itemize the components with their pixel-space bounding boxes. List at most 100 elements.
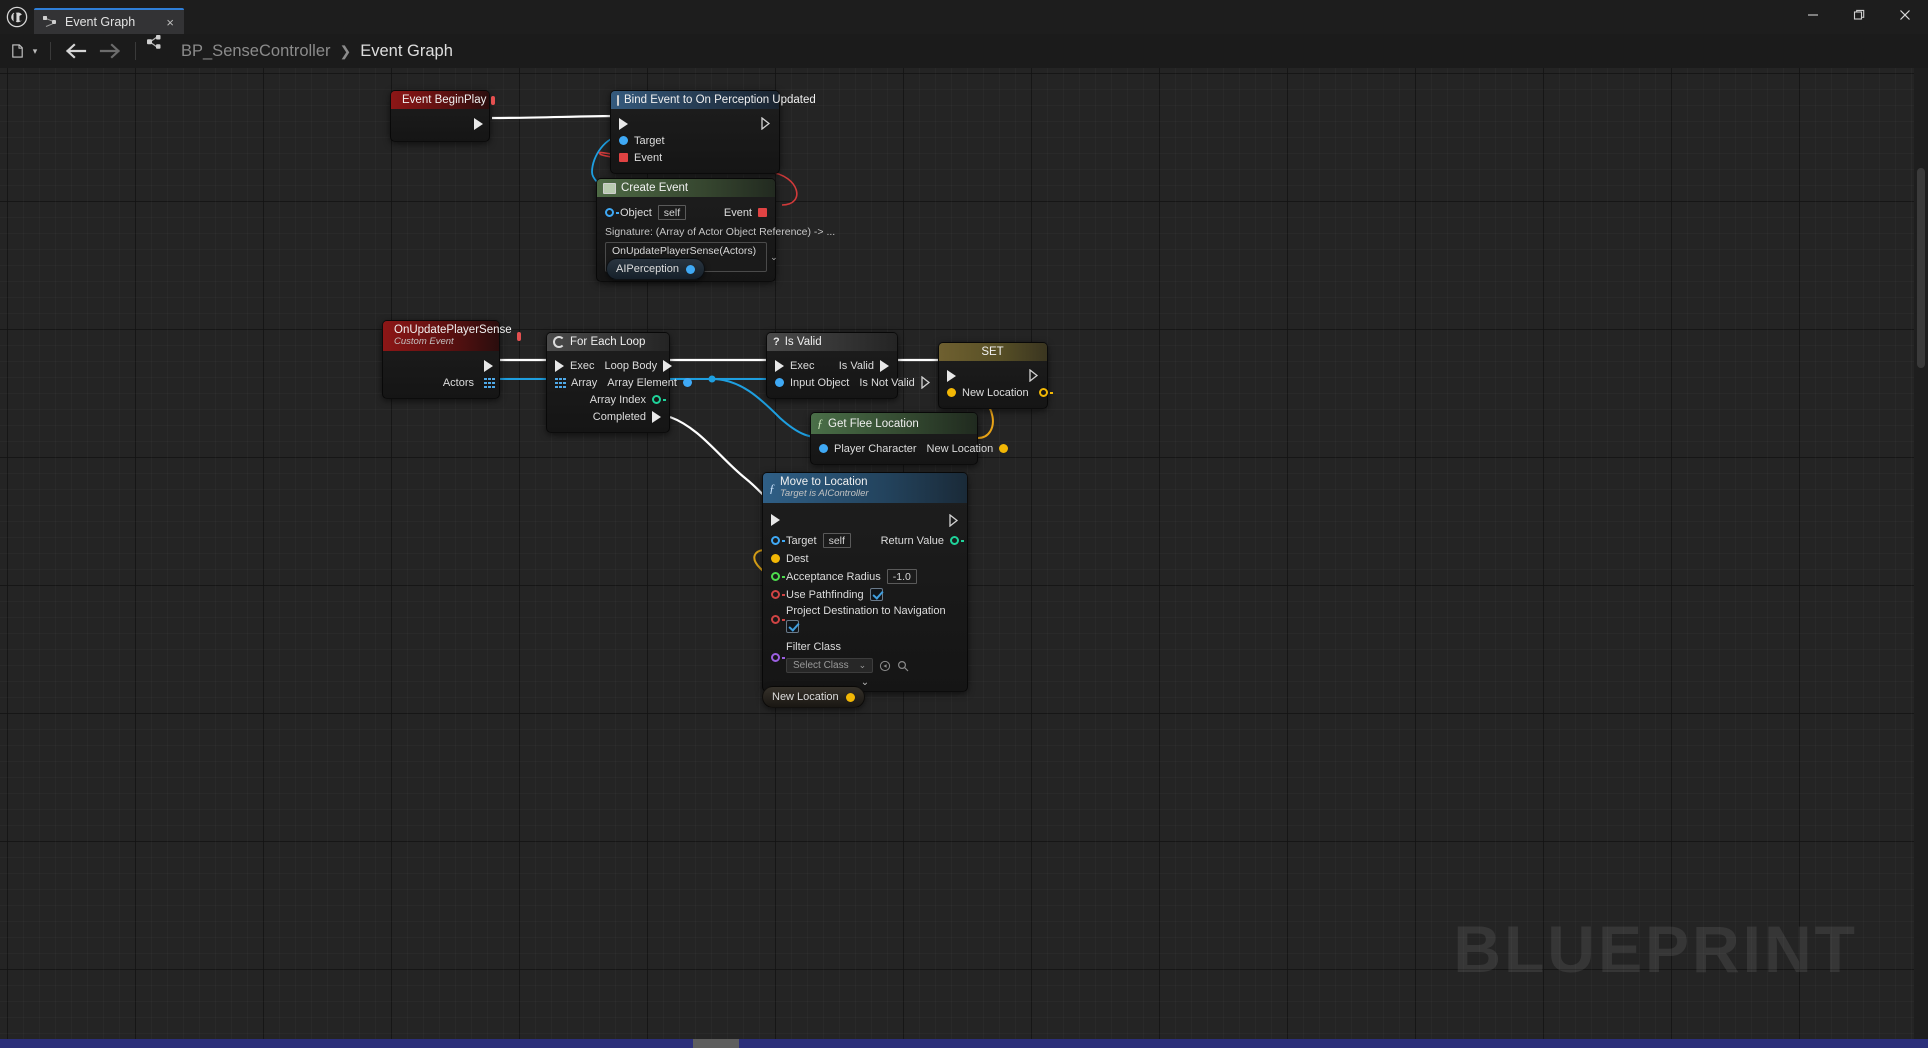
event-pin[interactable] bbox=[619, 153, 628, 162]
row-exec-isvalid: Exec Is Valid bbox=[767, 357, 897, 374]
node-new-location-variable[interactable]: New Location bbox=[762, 686, 865, 708]
array-index-pin[interactable] bbox=[652, 395, 666, 404]
pin-label: Object bbox=[620, 206, 652, 219]
pin-label: Array bbox=[571, 376, 598, 389]
input-object-pin[interactable] bbox=[775, 378, 784, 387]
object-value-field[interactable]: self bbox=[657, 205, 687, 220]
pin-label: Input Object bbox=[790, 376, 850, 389]
exec-in-pin[interactable] bbox=[775, 359, 784, 372]
exec-in-pin[interactable] bbox=[771, 514, 780, 527]
new-location-out-pin[interactable] bbox=[999, 444, 1009, 453]
actors-array-pin[interactable] bbox=[484, 377, 495, 389]
scrollbar-thumb[interactable] bbox=[1917, 168, 1925, 368]
tab-label: Event Graph bbox=[65, 15, 136, 29]
pin-label: Target bbox=[786, 534, 817, 547]
output-pin[interactable] bbox=[845, 692, 855, 702]
tab-event-graph[interactable]: Event Graph × bbox=[34, 8, 184, 34]
pin-label: Actors bbox=[442, 376, 474, 389]
target-pin[interactable] bbox=[771, 536, 785, 546]
exec-out-pin[interactable] bbox=[474, 117, 483, 130]
node-ai-perception-variable[interactable]: AIPerception bbox=[606, 258, 705, 280]
row-exec-loopbody: Exec Loop Body bbox=[547, 357, 673, 374]
exec-out-row bbox=[383, 357, 499, 374]
node-bind-event-on-perception-updated[interactable]: Bind Event to On Perception Updated Targ… bbox=[610, 90, 816, 174]
is-valid-exec-pin[interactable] bbox=[880, 359, 889, 372]
pin-label: Dest bbox=[786, 552, 809, 565]
target-pin[interactable] bbox=[619, 136, 628, 145]
event-out-pin[interactable] bbox=[758, 208, 767, 217]
node-body bbox=[391, 109, 489, 141]
row-target: Target self Return Value bbox=[763, 531, 967, 550]
node-move-to-location[interactable]: ƒ Move to Location Target is AIControlle… bbox=[762, 472, 968, 693]
node-for-each-loop[interactable]: For Each Loop Exec Loop Body Array Array… bbox=[546, 332, 692, 433]
pin-label: Event bbox=[634, 151, 663, 164]
node-on-update-player-sense[interactable]: OnUpdatePlayerSense Custom Event Actors bbox=[382, 320, 521, 400]
acceptance-radius-pin[interactable] bbox=[771, 572, 785, 582]
project-destination-pin[interactable] bbox=[771, 615, 785, 625]
filter-class-value: Select Class bbox=[793, 660, 849, 672]
object-pin[interactable] bbox=[605, 208, 619, 217]
node-header: SET bbox=[939, 343, 1047, 361]
node-is-valid[interactable]: ? Is Valid Exec Is Valid Input Object Is… bbox=[766, 332, 930, 399]
node-set-new-location[interactable]: SET New Location bbox=[938, 342, 1053, 409]
output-pin[interactable] bbox=[685, 264, 695, 274]
loop-body-exec-pin[interactable] bbox=[663, 359, 673, 372]
graph-canvas[interactable]: Event BeginPlay Bind Event to On Percept… bbox=[0, 68, 1914, 1043]
completed-exec-pin[interactable] bbox=[652, 410, 661, 423]
return-value-pin[interactable] bbox=[950, 536, 964, 546]
toolbar-divider bbox=[50, 42, 51, 60]
tab-close-icon[interactable]: × bbox=[150, 16, 174, 29]
breadcrumb-current[interactable]: Event Graph bbox=[360, 42, 453, 61]
node-event-begin-play[interactable]: Event BeginPlay bbox=[390, 90, 496, 142]
close-button[interactable] bbox=[1882, 0, 1928, 30]
unreal-logo-icon bbox=[0, 0, 34, 34]
dest-pin[interactable] bbox=[771, 554, 780, 564]
filter-class-select[interactable]: Select Class ⌄ bbox=[786, 658, 874, 674]
filter-class-pin[interactable] bbox=[771, 653, 785, 663]
node-title: Event BeginPlay bbox=[402, 94, 487, 106]
pin-label: Target bbox=[634, 134, 665, 147]
player-character-pin[interactable] bbox=[819, 444, 828, 453]
exec-in-pin[interactable] bbox=[619, 117, 628, 130]
minimize-button[interactable] bbox=[1790, 0, 1836, 30]
new-location-in-pin[interactable] bbox=[947, 388, 956, 397]
document-icon[interactable] bbox=[6, 34, 28, 68]
reset-icon[interactable] bbox=[879, 660, 891, 672]
node-title: SET bbox=[981, 346, 1004, 358]
breadcrumb-toolbar: ▾ BP_SenseController ❯ Event Graph Zoom … bbox=[0, 34, 1928, 94]
exec-out-pin[interactable] bbox=[1029, 369, 1039, 382]
chevron-down-icon[interactable]: ▾ bbox=[28, 34, 42, 68]
exec-in-pin[interactable] bbox=[947, 369, 956, 382]
exec-out-pin[interactable] bbox=[949, 513, 959, 527]
acceptance-radius-field[interactable]: -1.0 bbox=[886, 569, 917, 585]
exec-out-pin[interactable] bbox=[761, 117, 771, 130]
pin-label: Acceptance Radius bbox=[786, 570, 881, 583]
pin-label: Player Character bbox=[834, 442, 917, 455]
array-element-pin[interactable] bbox=[682, 378, 692, 387]
back-button[interactable] bbox=[59, 34, 93, 68]
use-pathfinding-checkbox[interactable] bbox=[869, 588, 883, 602]
pin-label: New Location bbox=[962, 386, 1029, 399]
row-new-location: New Location bbox=[939, 384, 1053, 401]
variable-label: New Location bbox=[772, 691, 839, 703]
chevron-down-icon: ⌄ bbox=[858, 660, 867, 671]
project-destination-checkbox[interactable] bbox=[786, 620, 799, 634]
use-pathfinding-pin[interactable] bbox=[771, 590, 785, 600]
row-array-element: Array Array Element bbox=[547, 374, 692, 391]
node-get-flee-location[interactable]: ƒ Get Flee Location Player Character New… bbox=[810, 412, 1009, 465]
breadcrumb-separator-icon: ❯ bbox=[339, 42, 352, 59]
pin-label: Completed bbox=[592, 410, 646, 423]
exec-in-pin[interactable] bbox=[555, 359, 564, 372]
target-value-field[interactable]: self bbox=[822, 533, 851, 549]
is-not-valid-exec-pin[interactable] bbox=[921, 376, 931, 389]
forward-button[interactable] bbox=[93, 34, 127, 68]
new-location-out-pin[interactable] bbox=[1038, 388, 1053, 397]
exec-out-pin[interactable] bbox=[484, 359, 493, 372]
array-in-pin[interactable] bbox=[555, 377, 566, 388]
maximize-button[interactable] bbox=[1836, 0, 1882, 30]
canvas-vertical-scrollbar[interactable] bbox=[1914, 68, 1928, 1043]
row-completed: Completed bbox=[547, 408, 669, 425]
taskbar-progress bbox=[693, 1039, 739, 1048]
breadcrumb-root[interactable]: BP_SenseController bbox=[181, 42, 331, 61]
browse-search-icon[interactable] bbox=[897, 660, 909, 672]
